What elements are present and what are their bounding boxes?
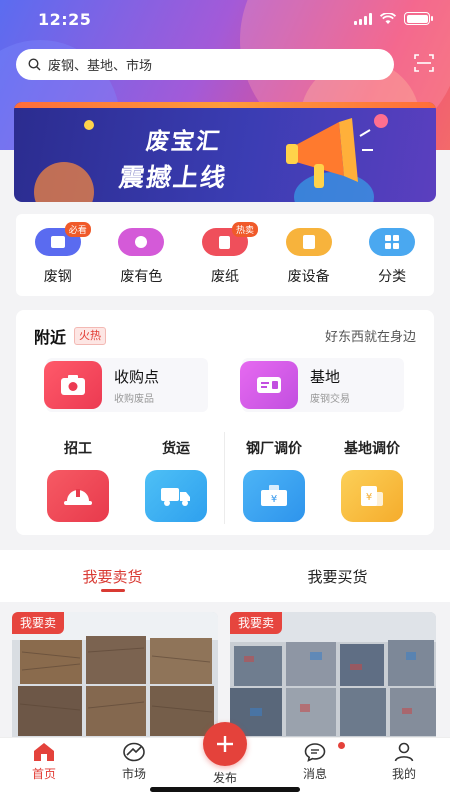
- product-card[interactable]: 我要卖: [12, 612, 218, 737]
- service-name: 基地调价: [344, 441, 400, 457]
- service-divider: [224, 432, 225, 524]
- home-icon: [34, 743, 54, 761]
- category-label: 废纸: [210, 269, 239, 285]
- feature-name: 基地: [310, 367, 341, 386]
- category-equipment[interactable]: 废设备: [274, 228, 344, 296]
- card-icon: [240, 361, 298, 409]
- product-card[interactable]: 我要卖: [230, 612, 436, 737]
- active-tab-indicator: [100, 589, 125, 592]
- nav-publish[interactable]: 发布: [195, 766, 255, 786]
- category-label: 废钢: [43, 269, 72, 285]
- service-name: 钢厂调价: [246, 441, 302, 457]
- service-recruit[interactable]: 招工: [38, 438, 118, 522]
- camera-icon: [44, 361, 102, 409]
- nav-label: 我的: [391, 767, 416, 781]
- market-icon: [123, 742, 145, 762]
- svg-text:¥: ¥: [271, 494, 277, 505]
- nav-label: 消息: [302, 767, 327, 781]
- publish-button[interactable]: [203, 722, 247, 766]
- service-base-price[interactable]: 基地调价 ¥: [332, 438, 412, 522]
- nav-label: 发布: [212, 771, 237, 785]
- hardhat-icon: [47, 470, 109, 522]
- promo-banner[interactable]: 废宝汇 震撼上线: [14, 102, 436, 202]
- grid-icon: [369, 228, 416, 256]
- tab-buy[interactable]: 我要买货: [225, 550, 450, 602]
- megaphone-icon: [286, 118, 373, 188]
- tab-label: 我要买货: [307, 567, 368, 586]
- feature-recycle-point[interactable]: 收购点 收购废品: [44, 358, 208, 412]
- price-tag-icon: ¥: [243, 470, 305, 522]
- feature-sub: 废钢交易: [310, 393, 350, 405]
- nearby-title: 附近: [34, 328, 67, 347]
- battery-icon: [404, 12, 433, 25]
- plus-icon: [217, 736, 233, 752]
- tab-sell[interactable]: 我要卖货: [0, 550, 225, 602]
- status-bar: 12:25: [0, 0, 450, 40]
- unread-dot: [338, 742, 345, 749]
- nav-home[interactable]: 首页: [14, 742, 74, 782]
- scan-icon[interactable]: [414, 53, 434, 73]
- copper-coil-icon: [118, 228, 165, 256]
- profile-icon: [394, 742, 414, 762]
- category-label: 废设备: [287, 269, 330, 285]
- service-mill-price[interactable]: 钢厂调价 ¥: [234, 438, 314, 522]
- listing-tabs: 我要卖货 我要买货: [0, 550, 450, 602]
- category-all[interactable]: 分类: [357, 228, 427, 296]
- status-time: 12:25: [38, 10, 92, 29]
- svg-text:¥: ¥: [366, 492, 372, 503]
- feature-sub: 收购废品: [114, 393, 154, 405]
- banner-line2: 震撼上线: [117, 163, 230, 192]
- nav-messages[interactable]: 消息: [285, 742, 345, 782]
- sell-tag: 我要卖: [230, 612, 283, 634]
- nav-label: 首页: [31, 767, 56, 781]
- feature-base[interactable]: 基地 废钢交易: [240, 358, 404, 412]
- price-doc-icon: ¥: [341, 470, 403, 522]
- home-indicator: [150, 787, 300, 792]
- nav-label: 市场: [121, 767, 146, 781]
- service-name: 招工: [64, 441, 92, 457]
- message-icon: [304, 743, 326, 762]
- hot-tag: 火热: [74, 327, 107, 345]
- banner-title: 废宝汇 震撼上线: [117, 122, 235, 194]
- search-placeholder: 废钢、基地、市场: [48, 58, 153, 74]
- category-nonferrous[interactable]: 废有色: [106, 228, 176, 296]
- category-label: 废有色: [120, 269, 163, 285]
- category-label: 分类: [378, 269, 407, 285]
- feature-name: 收购点: [114, 367, 160, 386]
- nav-profile[interactable]: 我的: [374, 742, 434, 782]
- tab-label: 我要卖货: [82, 567, 143, 586]
- category-badge: 必看: [64, 222, 91, 237]
- category-badge: 热卖: [231, 222, 258, 237]
- signal-icon: [354, 12, 372, 25]
- search-input[interactable]: 废钢、基地、市场: [16, 48, 394, 80]
- wifi-icon: [380, 12, 396, 24]
- truck-icon: [145, 470, 207, 522]
- search-bar: 废钢、基地、市场: [16, 48, 436, 80]
- nearby-slogan: 好东西就在身边: [324, 330, 416, 345]
- service-name: 货运: [162, 441, 190, 457]
- category-scrap-steel[interactable]: 必看 废钢: [23, 222, 93, 296]
- search-icon: [28, 57, 41, 70]
- sell-tag: 我要卖: [12, 612, 65, 634]
- service-freight[interactable]: 货运: [136, 438, 216, 522]
- category-waste-paper[interactable]: 热卖 废纸: [190, 222, 260, 296]
- banner-line1: 废宝汇: [144, 129, 224, 155]
- equipment-icon: [285, 228, 332, 256]
- nearby-section: 附近 火热 好东西就在身边 收购点 收购废品 基地 废钢交易 招工 货运 钢厂调…: [16, 310, 434, 535]
- category-grid: 必看 废钢 废有色 热卖 废纸 废设备 分类: [16, 214, 434, 296]
- nav-market[interactable]: 市场: [104, 742, 164, 782]
